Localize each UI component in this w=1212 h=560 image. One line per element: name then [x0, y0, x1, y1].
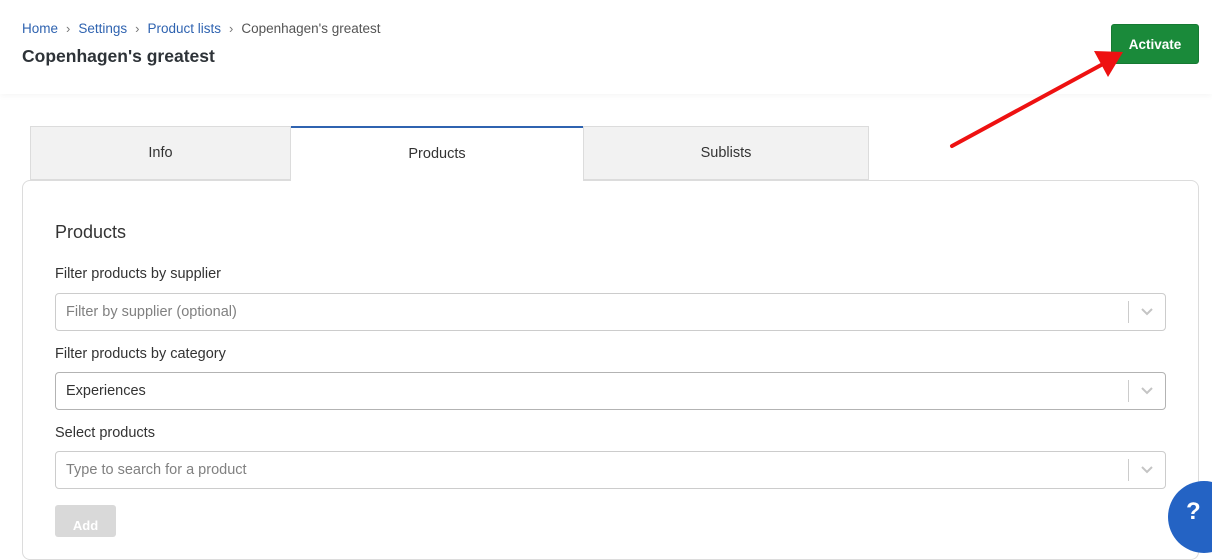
category-filter-label: Filter products by category — [55, 346, 226, 362]
breadcrumb: Home › Settings › Product lists › Copenh… — [22, 21, 381, 37]
product-select-label: Select products — [55, 425, 155, 441]
section-title: Products — [55, 222, 127, 242]
chevron-down-icon[interactable] — [1129, 373, 1165, 409]
breadcrumb-home[interactable]: Home — [22, 21, 58, 37]
supplier-filter-select[interactable]: Filter by supplier (optional) — [55, 293, 1166, 331]
category-filter-value: Experiences — [66, 383, 146, 399]
breadcrumb-product-lists[interactable]: Product lists — [147, 21, 221, 37]
tab-sublists-label: Sublists — [700, 145, 752, 161]
tab-sublists[interactable]: Sublists — [583, 126, 869, 180]
page-header: Home › Settings › Product lists › Copenh… — [0, 0, 1212, 94]
tab-info-label: Info — [148, 145, 173, 161]
breadcrumb-separator: › — [135, 21, 140, 36]
tab-bar: Info Products Sublists — [30, 126, 869, 181]
tab-info[interactable]: Info — [30, 126, 291, 180]
product-search-placeholder: Type to search for a product — [66, 462, 247, 478]
tab-products[interactable]: Products — [291, 126, 583, 181]
add-button[interactable]: Add — [55, 505, 116, 537]
tab-products-label: Products — [408, 146, 466, 162]
breadcrumb-separator: › — [66, 21, 71, 36]
supplier-filter-placeholder: Filter by supplier (optional) — [66, 304, 237, 320]
supplier-filter-label: Filter products by supplier — [55, 266, 222, 282]
breadcrumb-separator: › — [229, 21, 234, 36]
breadcrumb-current: Copenhagen's greatest — [241, 21, 381, 36]
question-mark-icon: ? — [1186, 498, 1201, 525]
category-filter-select[interactable]: Experiences — [55, 372, 1166, 410]
activate-button[interactable]: Activate — [1111, 24, 1199, 64]
page-title: Copenhagen's greatest — [22, 46, 215, 66]
breadcrumb-settings[interactable]: Settings — [78, 21, 127, 37]
products-panel — [22, 180, 1199, 560]
product-search-select[interactable]: Type to search for a product — [55, 451, 1166, 489]
chevron-down-icon[interactable] — [1129, 294, 1165, 330]
chevron-down-icon[interactable] — [1129, 452, 1165, 488]
